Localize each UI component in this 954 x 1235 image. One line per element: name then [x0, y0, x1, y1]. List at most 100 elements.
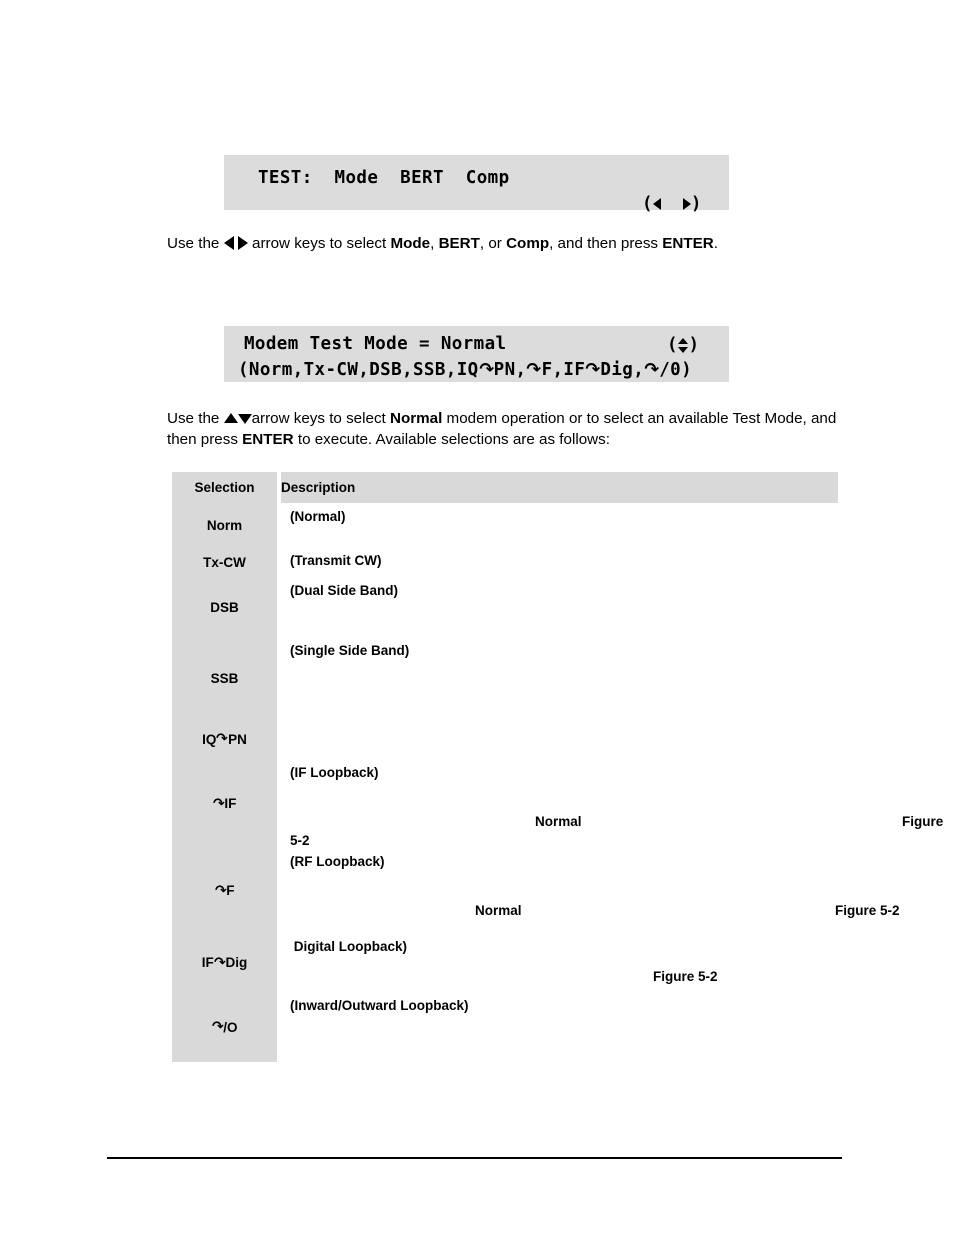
lcd-display-test-menu: TEST: Mode BERT Comp ( ) [224, 155, 729, 213]
description-content: (Dual Side Band) [281, 577, 838, 637]
table-cell-description: (Single Side Band) [281, 637, 838, 719]
lcd-mode-nav-hint: () [667, 335, 699, 355]
loopback-icon: ↶ [212, 795, 225, 812]
table-row: Norm (Normal) [172, 503, 838, 547]
table-row: IQ ↶ PN [172, 719, 838, 759]
table-cell-description: (IF Loopback) Normal Figure 5-2 [281, 759, 943, 848]
p1-seg6: . [713, 235, 718, 252]
description-fragment: Figure 5-2 [835, 903, 900, 918]
description-primary-text: (Normal) [290, 509, 346, 524]
selection-description-table: Selection Description Norm (Normal) Tx-CW (… [172, 472, 943, 1062]
paren-open: ( [642, 194, 653, 214]
p1-seg4: , or [479, 235, 507, 252]
lcd-test-nav-hint: ( ) [642, 194, 702, 214]
arrow-right-icon [237, 236, 248, 250]
p1-bold-comp: Comp [506, 235, 550, 252]
instruction-paragraph-1: Use the arrow keys to select Mode, BERT,… [167, 233, 867, 254]
table-cell-selection: SSB [172, 637, 277, 719]
paren-close: ) [690, 194, 702, 214]
selection-label: DSB [210, 599, 239, 615]
p2-seg4: to execute. Available selections are as … [293, 431, 610, 448]
description-fragment: Normal [475, 903, 522, 918]
selection-label: Tx-CW [203, 554, 246, 570]
table-row: ↶ F (RF Loopback) Normal Figure 5-2 [172, 848, 900, 933]
table-cell-selection: IQ ↶ PN [172, 719, 277, 759]
description-primary-text: (Single Side Band) [290, 643, 410, 658]
arrow-left-icon [223, 236, 234, 250]
table-header-description: Description [281, 472, 838, 503]
table-cell-selection: ↶ IF [172, 759, 277, 848]
paren-open: ( [667, 335, 678, 355]
description-content: (RF Loopback) Normal Figure 5-2 [281, 848, 900, 933]
table-row: IF ↶ Dig Digital Loopback) Figure 5-2 [172, 933, 838, 992]
lcd-display-modem-test-mode: Modem Test Mode = Normal () (Norm,Tx-CW,… [224, 326, 729, 382]
description-content: (Single Side Band) [281, 637, 838, 719]
description-content [281, 719, 838, 759]
table-cell-description [281, 719, 838, 759]
arrow-down-icon [237, 414, 252, 424]
table-cell-selection: IF ↶ Dig [172, 933, 277, 992]
p1-seg1: Use the [167, 235, 224, 252]
table-cell-selection: ↶ F [172, 848, 277, 933]
selection-label: IQ ↶ PN [202, 731, 247, 747]
p2-bold-normal: Normal [390, 410, 443, 427]
loopback-icon: ↶ [214, 882, 227, 899]
description-fragment: Normal [535, 814, 582, 829]
description-content: Digital Loopback) Figure 5-2 [281, 933, 838, 992]
table-cell-description: Digital Loopback) Figure 5-2 [281, 933, 838, 992]
table-cell-description: (Normal) [281, 503, 838, 547]
selection-label: ↶ F [214, 882, 235, 899]
arrow-left-icon [652, 198, 661, 210]
description-primary-text: Digital Loopback) [290, 939, 408, 954]
selection-label: ↶/O [211, 1019, 238, 1035]
table-cell-description: (Transmit CW) [281, 547, 838, 577]
table-cell-selection: Norm [172, 503, 277, 547]
p1-bold-mode: Mode [390, 235, 431, 252]
description-content: (Normal) [281, 503, 838, 547]
loopback-icon: ↶ [211, 1019, 224, 1035]
p1-seg3: , [430, 235, 439, 252]
table-cell-selection: Tx-CW [172, 547, 277, 577]
description-fragment: Figure [902, 814, 944, 829]
table-cell-description: (Dual Side Band) [281, 577, 838, 637]
p1-bold-bert: BERT [438, 235, 480, 252]
lcd-mode-line2: (Norm,Tx-CW,DSB,SSB,IQ↶PN,↶F,IF↶Dig,↶/0) [238, 360, 693, 380]
arrow-up-down-icon [677, 338, 689, 353]
description-content: (Transmit CW) [281, 547, 838, 577]
p2-seg2: arrow keys to select [251, 410, 390, 427]
p2-seg1: Use the [167, 410, 224, 427]
table-cell-selection: ↶/O [172, 992, 277, 1062]
selection-label: IF ↶ Dig [201, 954, 248, 971]
paren-close: ) [688, 335, 700, 355]
lcd-mode-line1: Modem Test Mode = Normal [244, 334, 507, 354]
selection-label: ↶ IF [212, 795, 237, 812]
table-row: Tx-CW (Transmit CW) [172, 547, 838, 577]
selection-label: SSB [210, 670, 239, 686]
description-primary-text: (RF Loopback) [290, 854, 385, 869]
description-fragment: Figure 5-2 [653, 969, 718, 984]
footer-divider [107, 1157, 842, 1159]
loopback-icon: ↶ [213, 954, 226, 971]
description-primary-text: (IF Loopback) [290, 765, 379, 780]
table-row: DSB (Dual Side Band) [172, 577, 838, 637]
p1-seg5: , and then press [549, 235, 663, 252]
p2-bold-enter: ENTER [242, 431, 294, 448]
description-content: (IF Loopback) Normal Figure 5-2 [281, 759, 943, 848]
p1-seg2: arrow keys to select [247, 235, 391, 252]
instruction-paragraph-2: Use the arrow keys to select Normal mode… [167, 408, 847, 450]
table-header-selection: Selection [172, 472, 277, 503]
table-cell-selection: DSB [172, 577, 277, 637]
arrow-right-icon [682, 198, 691, 210]
description-content: (Inward/Outward Loopback) [281, 992, 838, 1062]
description-primary-text: (Transmit CW) [290, 553, 382, 568]
p1-bold-enter: ENTER [662, 235, 714, 252]
table-row: ↶ IF (IF Loopback) Normal Figure 5-2 [172, 759, 943, 848]
loopback-icon: ↶ [216, 731, 229, 747]
description-primary-text: (Inward/Outward Loopback) [290, 998, 469, 1013]
table-row: SSB (Single Side Band) [172, 637, 838, 719]
selection-label: Norm [206, 517, 243, 533]
lcd-test-line1: TEST: Mode BERT Comp [258, 168, 510, 188]
table-header-row: Selection Description [172, 472, 838, 503]
table-row: ↶/O (Inward/Outward Loopback) [172, 992, 838, 1062]
arrow-up-icon [223, 413, 238, 423]
